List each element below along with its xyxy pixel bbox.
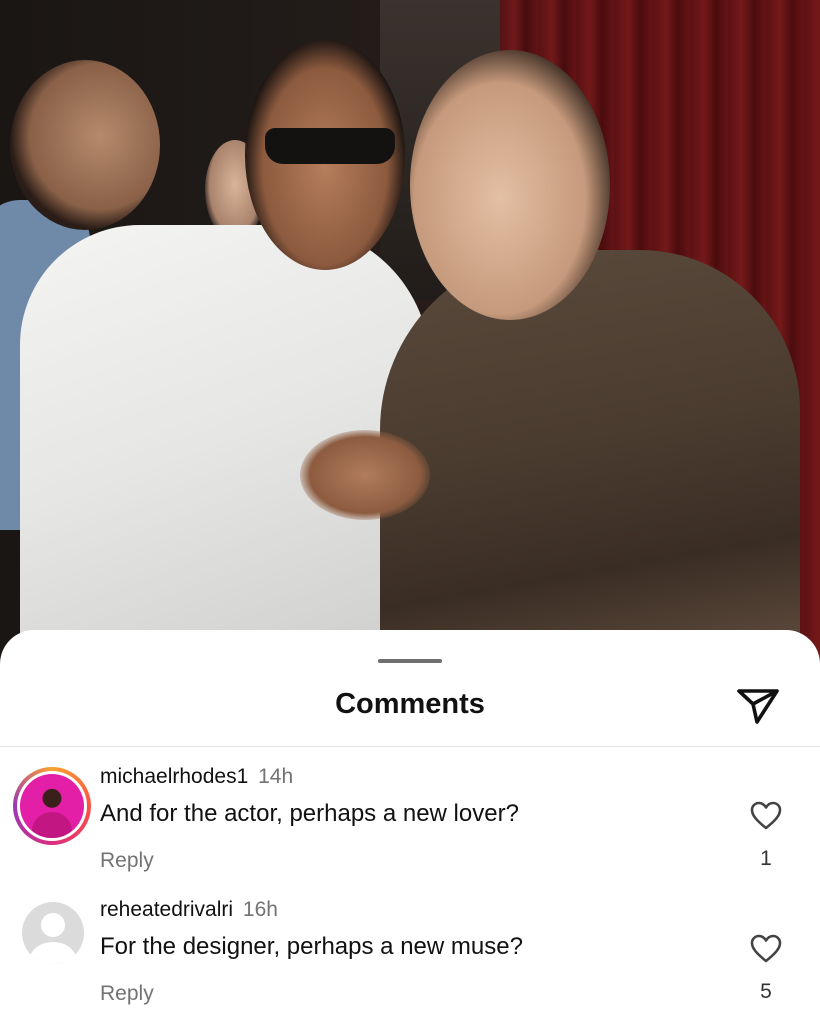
comment-username[interactable]: michaelrhodes1	[100, 765, 248, 788]
photo-handshake	[300, 430, 430, 520]
comment-timestamp: 16h	[242, 898, 278, 921]
photo-man-brown-robe	[380, 250, 800, 680]
sheet-divider	[0, 746, 820, 747]
avatar[interactable]	[13, 767, 91, 845]
default-avatar-head	[41, 913, 65, 937]
comment-timestamp: 14h	[258, 765, 294, 788]
comment-item: michaelrhodes1 14h And for the actor, pe…	[0, 765, 820, 895]
avatar-ring-inner	[17, 771, 87, 841]
comment-meta: reheatedrivalri 16h	[100, 898, 278, 922]
photo-young-man-head	[410, 50, 610, 320]
photo-person-left-head	[10, 60, 160, 230]
comments-sheet: Comments michaelrhodes1 14h And for the …	[0, 630, 820, 1024]
comment-meta: michaelrhodes1 14h	[100, 765, 293, 789]
like-count: 5	[760, 980, 772, 1003]
avatar-image	[20, 774, 84, 838]
reply-button[interactable]: Reply	[100, 982, 154, 1006]
comment-username[interactable]: reheatedrivalri	[100, 898, 233, 921]
avatar[interactable]	[22, 902, 84, 964]
default-avatar-body	[30, 942, 76, 964]
heart-icon[interactable]	[750, 934, 782, 964]
comment-text: For the designer, perhaps a new muse?	[100, 933, 523, 960]
post-photo[interactable]	[0, 0, 820, 680]
comment-text: And for the actor, perhaps a new lover?	[100, 800, 519, 827]
heart-icon[interactable]	[750, 801, 782, 831]
sheet-title: Comments	[335, 688, 485, 720]
sheet-drag-handle[interactable]	[378, 659, 442, 663]
photo-sunglasses	[265, 128, 395, 164]
paper-plane-icon[interactable]	[736, 686, 780, 726]
reply-button[interactable]: Reply	[100, 849, 154, 873]
like-count: 1	[760, 847, 772, 870]
comment-item: reheatedrivalri 16h For the designer, pe…	[0, 898, 820, 1024]
